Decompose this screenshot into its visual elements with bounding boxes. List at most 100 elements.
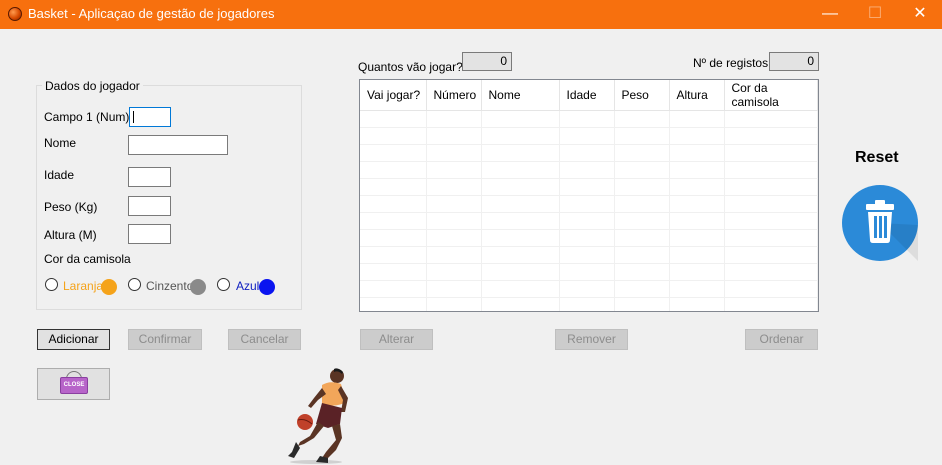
table-cell [481, 246, 560, 264]
cinzento-label[interactable]: Cinzento [146, 279, 193, 293]
table-cell [481, 195, 560, 213]
table-row[interactable] [360, 246, 818, 264]
table-cell [614, 110, 670, 128]
table-cell [426, 263, 482, 281]
quantos-jogar-value: 0 [462, 52, 512, 71]
altura-input[interactable] [128, 224, 171, 244]
peso-input[interactable] [128, 196, 171, 216]
table-cell [360, 110, 427, 128]
table-cell [481, 110, 560, 128]
alterar-button[interactable]: Alterar [360, 329, 433, 350]
table-cell [360, 263, 427, 281]
table-cell [669, 212, 725, 230]
table-cell [559, 195, 615, 213]
reset-button[interactable] [842, 185, 918, 261]
col-peso[interactable]: Peso [614, 80, 670, 111]
table-cell [360, 178, 427, 196]
nome-label: Nome [44, 136, 77, 150]
close-app-button[interactable]: CLOSE [37, 368, 110, 400]
table-cell [669, 161, 725, 179]
table-cell [426, 178, 482, 196]
reset-label: Reset [855, 149, 899, 166]
laranja-color-swatch [101, 279, 117, 295]
col-numero[interactable]: Número [426, 80, 482, 111]
col-cor-camisola[interactable]: Cor da camisola [724, 80, 818, 111]
table-cell [481, 144, 560, 162]
table-cell [426, 161, 482, 179]
table-cell [426, 195, 482, 213]
cancelar-button[interactable]: Cancelar [228, 329, 301, 350]
players-table: Vai jogar? Número Nome Idade Peso Altura… [360, 80, 818, 311]
table-row[interactable] [360, 110, 818, 128]
basketball-player-illustration [288, 368, 348, 464]
table-cell [724, 110, 818, 128]
remover-button[interactable]: Remover [555, 329, 628, 350]
cinzento-color-swatch [190, 279, 206, 295]
player-data-group-title: Dados do jogador [42, 79, 143, 93]
table-row[interactable] [360, 144, 818, 162]
table-cell [614, 178, 670, 196]
table-cell [724, 127, 818, 145]
radio-azul[interactable] [217, 278, 230, 291]
table-cell [426, 297, 482, 311]
table-row[interactable] [360, 178, 818, 196]
adicionar-button[interactable]: Adicionar [37, 329, 110, 350]
col-altura[interactable]: Altura [669, 80, 725, 111]
table-cell [559, 110, 615, 128]
radio-laranja[interactable] [45, 278, 58, 291]
table-cell [724, 144, 818, 162]
table-row[interactable] [360, 127, 818, 145]
azul-label[interactable]: Azul [236, 279, 259, 293]
table-cell [426, 144, 482, 162]
table-cell [669, 297, 725, 311]
campo1-label: Campo 1 (Num) [44, 110, 130, 124]
table-cell [724, 161, 818, 179]
table-row[interactable] [360, 195, 818, 213]
table-cell [360, 144, 427, 162]
close-sign-icon: CLOSE [60, 377, 88, 394]
table-cell [559, 263, 615, 281]
col-idade[interactable]: Idade [559, 80, 615, 111]
table-cell [559, 178, 615, 196]
basketball-app-icon [8, 7, 22, 21]
radio-cinzento[interactable] [128, 278, 141, 291]
col-vai-jogar[interactable]: Vai jogar? [360, 80, 427, 111]
ordenar-button[interactable]: Ordenar [745, 329, 818, 350]
table-cell [669, 280, 725, 298]
window-title: Basket - Aplicaçao de gestão de jogadore… [28, 6, 275, 21]
maximize-button[interactable]: ☐ [852, 0, 898, 29]
table-cell [360, 229, 427, 247]
table-cell [669, 110, 725, 128]
table-cell [481, 127, 560, 145]
table-cell [426, 246, 482, 264]
idade-label: Idade [44, 168, 75, 182]
table-row[interactable] [360, 229, 818, 247]
table-cell [614, 263, 670, 281]
players-grid[interactable]: Vai jogar? Número Nome Idade Peso Altura… [359, 79, 819, 312]
idade-input[interactable] [128, 167, 171, 187]
close-window-button[interactable]: ✕ [897, 0, 942, 29]
confirmar-button[interactable]: Confirmar [128, 329, 202, 350]
col-nome[interactable]: Nome [481, 80, 560, 111]
table-cell [614, 246, 670, 264]
nome-input[interactable] [128, 135, 228, 155]
table-cell [426, 229, 482, 247]
minimize-button[interactable]: — [807, 0, 853, 29]
table-row[interactable] [360, 263, 818, 281]
title-bar[interactable]: Basket - Aplicaçao de gestão de jogadore… [0, 0, 942, 29]
table-cell [481, 161, 560, 179]
table-cell [559, 144, 615, 162]
table-cell [360, 280, 427, 298]
campo1-input[interactable] [129, 107, 171, 127]
table-row[interactable] [360, 280, 818, 298]
laranja-label[interactable]: Laranja [63, 279, 103, 293]
table-row[interactable] [360, 212, 818, 230]
table-row[interactable] [360, 161, 818, 179]
table-cell [426, 212, 482, 230]
table-row[interactable] [360, 297, 818, 311]
table-cell [724, 246, 818, 264]
table-cell [481, 280, 560, 298]
table-cell [481, 263, 560, 281]
table-cell [360, 195, 427, 213]
cor-camisola-label: Cor da camisola [44, 252, 131, 266]
